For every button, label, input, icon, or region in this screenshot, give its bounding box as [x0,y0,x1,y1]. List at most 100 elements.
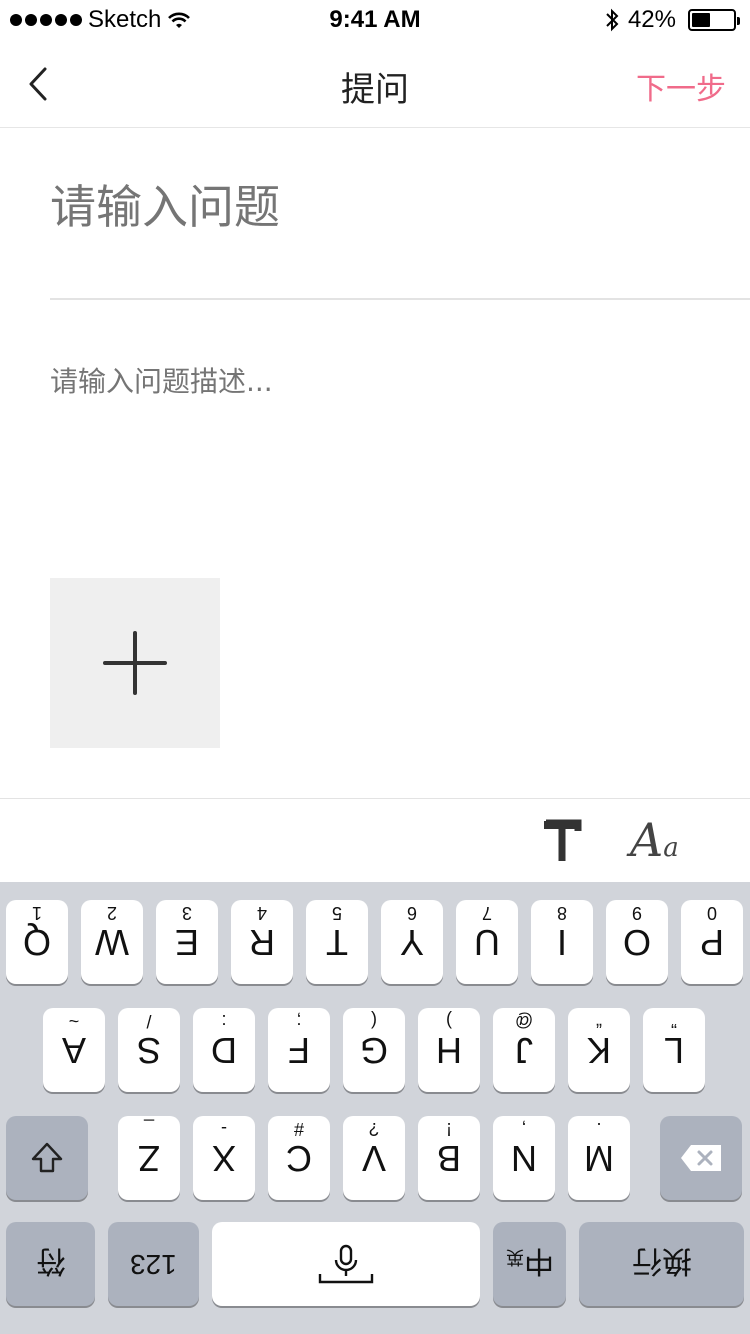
key-i[interactable]: 8 I [531,900,593,984]
key-y[interactable]: 6 Y [381,900,443,984]
key-i-sub: 8 [557,903,568,923]
key-i-label: I [556,922,567,963]
key-s-label: S [136,1030,161,1071]
key-p-sub: 0 [707,903,718,923]
key-l[interactable]: ” L [643,1008,705,1092]
key-k[interactable]: “ K [568,1008,630,1092]
key-l-label: L [663,1030,685,1071]
key-r-sub: 4 [257,903,268,923]
key-a-sub: ~ [68,1011,80,1031]
key-y-label: Y [399,922,424,963]
key-z-label: Z [138,1138,160,1179]
text-style-button[interactable] [540,813,588,869]
key-m-sub: . [596,1119,602,1139]
return-key[interactable]: 换行 [579,1222,744,1306]
key-w[interactable]: 2 W [81,900,143,984]
shift-icon [31,1142,63,1173]
divider [50,298,750,300]
key-e[interactable]: 3 E [156,900,218,984]
key-d[interactable]: : D [193,1008,255,1092]
key-q-sub: 1 [32,903,43,923]
language-switch-key[interactable]: 中英 [493,1222,566,1306]
key-k-label: K [586,1030,611,1071]
key-m[interactable]: . M [568,1116,630,1200]
key-z-sub: _ [144,1119,155,1139]
language-sub-label: 英 [505,1247,524,1267]
key-v-sub: ? [369,1119,380,1139]
symbol-key[interactable]: 符 [6,1222,95,1306]
question-description-input[interactable] [50,365,700,398]
font-format-button[interactable]: Aa [630,813,686,869]
key-m-label: M [584,1138,614,1179]
key-w-label: W [95,922,129,963]
delete-key[interactable] [660,1116,742,1200]
shift-key[interactable] [6,1116,88,1200]
add-image-button[interactable] [50,578,220,748]
key-z[interactable]: _ Z [118,1116,180,1200]
key-s[interactable]: / S [118,1008,180,1092]
space-key[interactable] [212,1222,480,1306]
key-p-label: P [699,922,724,963]
text-bold-icon [544,819,582,861]
key-c-label: C [286,1138,312,1179]
keyboard: 1 Q 2 W 3 E 4 R 5 T 6 Y 7 U 8 I 9 O 0 P … [0,882,750,1334]
key-t[interactable]: 5 T [306,900,368,984]
font-icon-small: a [663,833,679,863]
numbers-key[interactable]: 123 [108,1222,199,1306]
key-r-label: R [249,922,275,963]
key-n-sub: , [521,1119,527,1139]
key-d-sub: : [221,1011,227,1031]
key-v-label: V [361,1138,386,1179]
font-icon-big: A [630,813,664,867]
battery-icon [688,9,740,31]
key-j[interactable]: @ J [493,1008,555,1092]
key-e-label: E [174,922,199,963]
key-x[interactable]: - X [193,1116,255,1200]
key-s-sub: / [146,1011,152,1031]
plus-icon [103,631,167,695]
status-bar: Sketch 9:41 AM 42% [0,0,750,40]
key-w-sub: 2 [107,903,118,923]
next-step-button[interactable]: 下一步 [636,64,726,108]
key-v[interactable]: ? V [343,1116,405,1200]
key-h[interactable]: ) H [418,1008,480,1092]
key-a[interactable]: ~ A [43,1008,105,1092]
key-n[interactable]: , N [493,1116,555,1200]
editor-toolbar: Aa [0,798,750,882]
key-b[interactable]: ! B [418,1116,480,1200]
key-h-sub: ) [446,1011,452,1031]
language-switch-label: 中英 [506,1242,554,1286]
key-o-sub: 9 [632,903,643,923]
status-right: 42% [604,6,740,34]
question-title-input[interactable] [50,180,730,234]
key-b-label: B [436,1138,461,1179]
key-g-sub: ( [371,1011,377,1031]
key-k-sub: “ [596,1011,602,1031]
key-p[interactable]: 0 P [681,900,743,984]
key-u[interactable]: 7 U [456,900,518,984]
key-o[interactable]: 9 O [606,900,668,984]
backspace-icon [681,1145,721,1171]
screen: Sketch 9:41 AM 42% 提问 下一步 请输入问题 请输入问题描述.… [0,0,750,1334]
key-e-sub: 3 [182,903,193,923]
key-j-sub: @ [514,1011,534,1031]
key-r[interactable]: 4 R [231,900,293,984]
key-x-sub: - [221,1119,227,1139]
battery-percent: 42% [627,6,676,33]
key-h-label: H [436,1030,462,1071]
nav-bar: 提问 下一步 [0,40,750,128]
key-c[interactable]: # C [268,1116,330,1200]
key-x-label: X [211,1138,236,1179]
bluetooth-icon [606,8,619,32]
language-main-label: 中 [523,1244,554,1277]
battery-level-fill [692,13,711,27]
key-g[interactable]: ( G [343,1008,405,1092]
key-a-label: A [61,1030,86,1071]
key-f-label: F [288,1030,310,1071]
key-f[interactable]: ; F [268,1008,330,1092]
return-key-label: 换行 [631,1244,692,1277]
key-o-label: O [622,922,651,963]
symbol-key-label: 符 [35,1244,66,1277]
key-q[interactable]: 1 Q [6,900,68,984]
microphone-icon [318,1244,374,1284]
